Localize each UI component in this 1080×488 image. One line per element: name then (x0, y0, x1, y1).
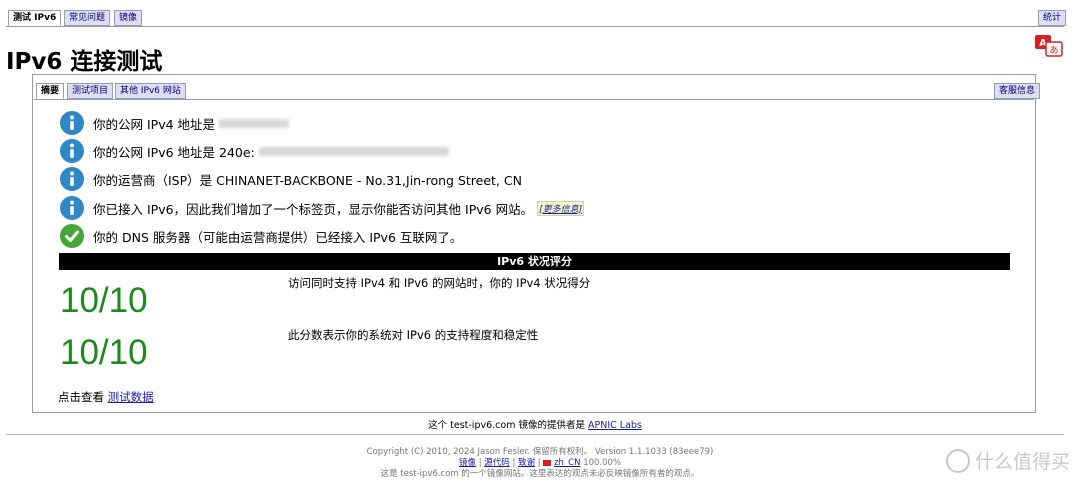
watermark-logo-icon (945, 448, 970, 473)
dns-row: 你的 DNS 服务器（可能由运营商提供）已经接入 IPv6 互联网了。 (60, 224, 462, 248)
ipv4-row: 你的公网 IPv4 地址是 (60, 111, 290, 135)
dns-text: 你的 DNS 服务器（可能由运营商提供）已经接入 IPv6 互联网了。 (93, 229, 463, 245)
apnic-link[interactable]: APNIC Labs (588, 420, 642, 431)
ipv6-row: 你的公网 IPv6 地址是 240e: (60, 139, 449, 163)
top-tab-divider (6, 26, 1064, 27)
tab-mirrors[interactable]: 镜像 (114, 10, 143, 26)
ipv4-text: 你的公网 IPv4 地址是 (93, 116, 216, 132)
info-icon (60, 196, 84, 220)
isp-text: 你的运营商（ISP）是 CHINANET-BACKBONE - No.31,Ji… (93, 172, 522, 188)
inner-tab-divider (34, 99, 1034, 100)
footer-divider (6, 434, 1064, 435)
page-title: IPv6 连接测试 (6, 49, 163, 75)
svg-text:あ: あ (1049, 45, 1058, 56)
inner-tab-summary[interactable]: 摘要 (36, 83, 65, 99)
tab-stats[interactable]: 统计 (1038, 10, 1067, 26)
ipv6-text: 你的公网 IPv6 地址是 240e: (93, 144, 255, 160)
tab-test-ipv6[interactable]: 测试 IPv6 (8, 10, 62, 26)
mirror-line: 这个 test-ipv6.com 镜像的提供者是 APNIC Labs (0, 417, 1070, 431)
ipv6-score-desc: 此分数表示你的系统对 IPv6 的支持程度和稳定性 (288, 328, 539, 342)
mirror-prefix: 这个 test-ipv6.com 镜像的提供者是 (428, 420, 585, 431)
ipv6-redacted (258, 146, 449, 156)
test-data-link[interactable]: 测试数据 (108, 390, 154, 404)
inner-tab-support[interactable]: 客服信息 (994, 83, 1041, 99)
score-header: IPv6 状况评分 (59, 253, 1010, 270)
disclaimer: 这是 test-ipv6.com 的一个镜像网站。这里表达的观点未必反映镜像所有… (380, 469, 700, 479)
translate-icon[interactable]: A あ (1034, 34, 1064, 58)
view-prefix: 点击查看 (58, 390, 104, 404)
check-icon (60, 224, 84, 248)
ipv6-tab-text: 你已接入 IPv6，因此我们增加了一个标签页，显示你能否访问其他 IPv6 网站… (93, 201, 534, 217)
info-icon (60, 111, 84, 135)
ipv4-redacted (219, 118, 290, 128)
watermark: 什么值得买 (945, 447, 1070, 474)
view-data-line: 点击查看 测试数据 (58, 389, 154, 405)
watermark-text: 什么值得买 (974, 451, 1070, 473)
ipv4-score: 10/10 (60, 281, 148, 320)
inner-tab-other-sites[interactable]: 其他 IPv6 网站 (115, 83, 186, 99)
inner-tab-tests[interactable]: 测试项目 (67, 83, 114, 99)
ipv6-tab-row: 你已接入 IPv6，因此我们增加了一个标签页，显示你能否访问其他 IPv6 网站… (60, 196, 585, 220)
ipv4-score-desc: 访问同时支持 IPv4 和 IPv6 的网站时，你的 IPv4 状况得分 (288, 276, 591, 290)
info-icon (60, 139, 84, 163)
flag-icon (543, 459, 552, 466)
more-info-link[interactable]: [更多信息] (537, 200, 585, 216)
info-icon (60, 167, 84, 191)
ipv6-score: 10/10 (60, 333, 148, 372)
isp-row: 你的运营商（ISP）是 CHINANET-BACKBONE - No.31,Ji… (60, 167, 522, 191)
tab-faq[interactable]: 常见问题 (64, 10, 111, 26)
